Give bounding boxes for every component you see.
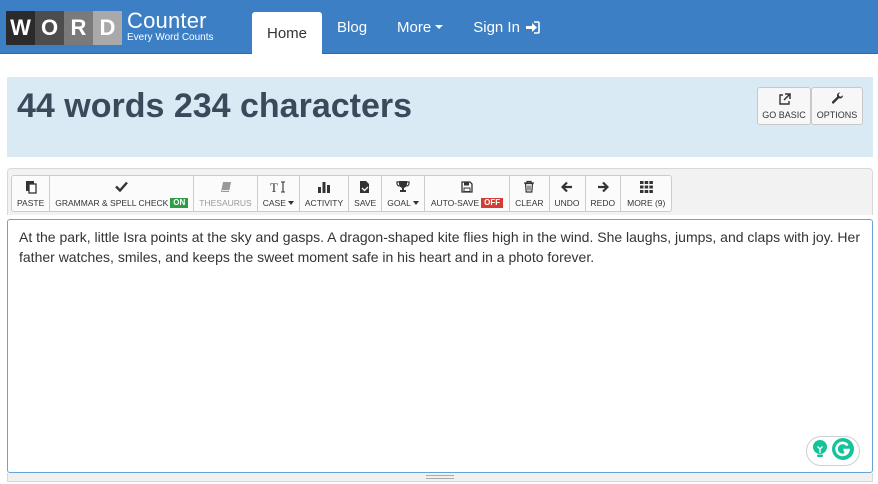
more-tools-label: MORE (9) xyxy=(627,197,666,208)
lightbulb-icon[interactable] xyxy=(811,439,829,464)
save-label: SAVE xyxy=(354,197,377,208)
book-icon xyxy=(220,180,232,194)
go-basic-button[interactable]: GO BASIC xyxy=(757,87,811,125)
resize-grip-icon xyxy=(426,475,454,479)
nav-more-label: More xyxy=(397,18,432,36)
bar-chart-icon xyxy=(317,180,331,194)
paste-button[interactable]: PASTE xyxy=(11,175,51,212)
case-label: CASE xyxy=(262,197,286,208)
word-character-count: 44 words 234 characters xyxy=(17,87,413,125)
floppy-disk-icon xyxy=(461,180,473,194)
thesaurus-label: THESAURUS xyxy=(199,197,252,208)
nav-home[interactable]: Home xyxy=(252,12,323,54)
logo-letter-o: O xyxy=(35,11,64,45)
go-basic-label: GO BASIC xyxy=(762,109,806,120)
external-link-icon xyxy=(778,92,791,110)
caret-down-icon xyxy=(287,200,294,205)
save-button[interactable]: SAVE xyxy=(348,175,383,212)
auto-save-button[interactable]: AUTO-SAVE OFF xyxy=(423,175,511,212)
undo-label: UNDO xyxy=(554,197,580,208)
activity-label: ACTIVITY xyxy=(304,197,344,208)
editor-content[interactable]: At the park, little Isra points at the s… xyxy=(19,228,865,267)
arrow-right-icon xyxy=(597,180,609,194)
navbar: W O R D Counter Every Word Counts Home B… xyxy=(0,0,878,54)
nav-blog-label: Blog xyxy=(337,18,368,36)
trash-icon xyxy=(523,180,535,194)
nav-blog[interactable]: Blog xyxy=(322,0,382,54)
editor-toolbar: PASTE GRAMMAR & SPELL CHECK ON THESAURUS … xyxy=(7,168,873,215)
case-dropdown-button[interactable]: T CASE xyxy=(256,175,300,212)
logo-letter-w: W xyxy=(6,11,35,45)
text-editor[interactable]: At the park, little Isra points at the s… xyxy=(7,219,873,473)
main-nav: Home Blog More Sign In xyxy=(252,0,555,54)
redo-label: REDO xyxy=(590,197,616,208)
auto-save-label: AUTO-SAVE xyxy=(430,197,480,208)
options-label: OPTIONS xyxy=(816,110,858,120)
logo-letter-d: D xyxy=(93,11,122,45)
more-tools-button[interactable]: MORE (9) xyxy=(620,175,673,212)
trophy-icon xyxy=(396,180,410,194)
toolbar-buttons: PASTE GRAMMAR & SPELL CHECK ON THESAURUS … xyxy=(11,175,673,212)
grammar-on-badge: ON xyxy=(170,197,189,208)
grammar-label: GRAMMAR & SPELL CHECK xyxy=(55,197,169,208)
logo-text: Counter Every Word Counts xyxy=(127,9,214,43)
nav-sign-in-label: Sign In xyxy=(473,18,520,36)
sign-in-icon xyxy=(525,20,540,34)
nav-more-dropdown[interactable]: More xyxy=(382,0,458,54)
auto-save-off-badge: OFF xyxy=(481,197,504,208)
clear-button[interactable]: CLEAR xyxy=(509,175,550,212)
logo-name: Counter xyxy=(127,7,207,33)
count-panel: 44 words 234 characters GO BASIC OPTIONS xyxy=(7,77,873,157)
goal-label: GOAL xyxy=(387,197,411,208)
redo-button[interactable]: REDO xyxy=(584,175,622,212)
grammar-spell-check-button[interactable]: GRAMMAR & SPELL CHECK ON xyxy=(49,175,195,212)
thesaurus-button[interactable]: THESAURUS xyxy=(193,175,258,212)
paste-icon xyxy=(25,180,37,194)
wrench-icon xyxy=(831,92,844,110)
caret-down-icon xyxy=(412,200,419,205)
goal-dropdown-button[interactable]: GOAL xyxy=(381,175,425,212)
paste-label: PASTE xyxy=(17,197,45,208)
clear-label: CLEAR xyxy=(515,197,544,208)
grammarly-widget[interactable] xyxy=(806,436,860,466)
logo-tagline: Every Word Counts xyxy=(127,31,214,43)
activity-button[interactable]: ACTIVITY xyxy=(298,175,350,212)
grammarly-icon[interactable] xyxy=(831,437,855,466)
logo-letter-r: R xyxy=(64,11,93,45)
nav-home-label: Home xyxy=(267,24,308,42)
caret-down-icon xyxy=(435,25,444,29)
checkmark-icon xyxy=(115,180,129,194)
logo[interactable]: W O R D Counter Every Word Counts xyxy=(6,8,214,48)
grid-icon xyxy=(639,180,653,194)
arrow-left-icon xyxy=(561,180,573,194)
nav-sign-in[interactable]: Sign In xyxy=(458,0,555,54)
svg-text:T: T xyxy=(270,180,278,194)
text-case-icon: T xyxy=(270,180,286,194)
options-button[interactable]: OPTIONS xyxy=(811,87,863,125)
undo-button[interactable]: UNDO xyxy=(548,175,586,212)
resize-handle[interactable] xyxy=(7,473,873,482)
save-file-icon xyxy=(359,180,371,194)
